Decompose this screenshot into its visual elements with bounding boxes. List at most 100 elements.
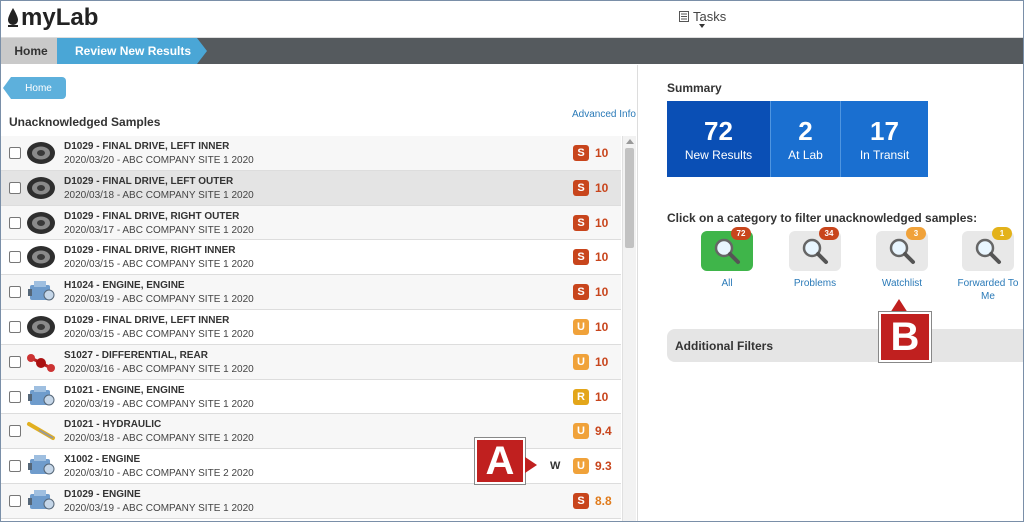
sample-subtitle: 2020/03/20 - ABC COMPANY SITE 1 2020	[64, 155, 254, 166]
top-header: myLab Tasks	[1, 1, 1023, 38]
tile-label: In Transit	[859, 148, 910, 162]
tire-icon	[25, 210, 57, 236]
tire-icon	[25, 140, 57, 166]
severity-score: 10	[595, 319, 609, 334]
sample-row[interactable]: H1024 - ENGINE, ENGINE 2020/03/19 - ABC C…	[1, 275, 621, 310]
list-title: Unacknowledged Samples	[9, 115, 161, 129]
home-button[interactable]: Home	[3, 77, 66, 99]
sample-title: S1027 - DIFFERENTIAL, REAR	[64, 349, 208, 361]
sample-subtitle: 2020/03/19 - ABC COMPANY SITE 1 2020	[64, 294, 254, 306]
tasks-menu[interactable]: Tasks	[679, 9, 727, 28]
row-checkbox[interactable]	[9, 494, 21, 507]
advanced-info-link[interactable]: Advanced Info	[572, 109, 636, 120]
severity-badge: S	[573, 179, 589, 196]
engine-icon	[25, 384, 57, 410]
row-checkbox[interactable]	[9, 286, 21, 299]
row-checkbox[interactable]	[9, 355, 21, 368]
category-count-badge: 72	[731, 227, 751, 240]
severity-score: 10	[595, 146, 609, 160]
oil-drop-icon	[8, 8, 18, 27]
sample-title: D1021 - HYDRAULIC	[64, 419, 162, 431]
sample-title: D1029 - FINAL DRIVE, LEFT INNER	[64, 141, 230, 152]
category-label: All	[721, 278, 733, 289]
hydraulic-icon	[25, 418, 57, 444]
summary-panel: Summary 72 New Results 2 At Lab 17 In Tr…	[639, 65, 1023, 521]
sample-row[interactable]: D1029 - FINAL DRIVE, LEFT INNER 2020/03/2…	[1, 136, 621, 171]
sample-subtitle: 2020/03/19 - ABC COMPANY SITE 1 2020	[64, 398, 254, 410]
sample-subtitle: 2020/03/15 - ABC COMPANY SITE 1 2020	[64, 328, 254, 340]
row-checkbox[interactable]	[9, 216, 21, 229]
tile-at-lab[interactable]: 2 At Lab	[771, 101, 841, 177]
sample-subtitle: 2020/03/10 - ABC COMPANY SITE 2 2020	[64, 468, 254, 480]
callout-a-label: A	[475, 438, 525, 484]
category-all[interactable]: 72 All	[692, 227, 762, 290]
tile-new-results[interactable]: 72 New Results	[667, 101, 771, 177]
engine-icon	[25, 279, 57, 305]
sample-subtitle: 2020/03/18 - ABC COMPANY SITE 1 2020	[64, 189, 254, 201]
severity-score: 10	[595, 180, 609, 195]
severity-score: 10	[595, 354, 609, 369]
row-checkbox[interactable]	[9, 425, 21, 438]
category-count-badge: 34	[819, 227, 839, 240]
severity-badge: U	[573, 458, 589, 475]
category-forwarded-to-me[interactable]: 1 Forwarded To Me	[953, 227, 1023, 303]
category-label: Forwarded To Me	[957, 278, 1019, 302]
category-icon: 34	[789, 227, 841, 271]
severity-badge: S	[573, 214, 589, 231]
row-checkbox[interactable]	[9, 251, 21, 264]
tire-icon	[25, 244, 57, 270]
breadcrumb-home[interactable]: Home	[1, 38, 61, 64]
tile-label: New Results	[684, 148, 753, 162]
severity-score: 10	[595, 285, 609, 300]
summary-tiles: 72 New Results 2 At Lab 17 In Transit	[667, 101, 928, 177]
category-icon: 72	[701, 227, 753, 271]
magnifier-icon	[889, 238, 915, 264]
category-label: Watchlist	[881, 278, 923, 289]
magnifier-icon	[975, 238, 1001, 264]
severity-badge: U	[573, 353, 589, 370]
magnifier-icon	[802, 238, 828, 264]
severity-score: 10	[595, 250, 609, 265]
app-logo[interactable]: myLab	[7, 6, 98, 30]
callout-b-arrow	[890, 299, 908, 313]
chevron-down-icon	[699, 24, 705, 28]
sample-subtitle: 2020/03/15 - ABC COMPANY SITE 1 2020	[64, 259, 254, 271]
additional-filters-bar[interactable]: Additional Filters	[667, 329, 1023, 362]
row-checkbox[interactable]	[9, 181, 21, 194]
row-checkbox[interactable]	[9, 320, 21, 333]
category-problems[interactable]: 34 Problems	[780, 227, 850, 290]
filter-hint: Click on a category to filter unacknowle…	[667, 211, 978, 225]
sample-row[interactable]: S1027 - DIFFERENTIAL, REAR 2020/03/16 - A…	[1, 344, 621, 380]
category-count-badge: 3	[906, 227, 926, 240]
sample-row[interactable]: D1029 - FINAL DRIVE, LEFT OUTER 2020/03/1…	[1, 170, 621, 206]
category-watchlist[interactable]: 3 Watchlist	[867, 227, 937, 290]
tile-value: 17	[870, 116, 899, 146]
row-checkbox[interactable]	[9, 460, 21, 473]
sample-row[interactable]: D1021 - HYDRAULIC 2020/03/18 - ABC COMPAN…	[1, 414, 621, 450]
row-checkbox[interactable]	[9, 390, 21, 403]
sample-row[interactable]: D1021 - ENGINE, ENGINE 2020/03/19 - ABC C…	[1, 379, 621, 415]
severity-badge: S	[573, 284, 589, 301]
sample-title: D1029 - FINAL DRIVE, LEFT INNER	[64, 314, 230, 326]
category-icon: 1	[962, 227, 1014, 271]
scroll-thumb[interactable]	[625, 148, 634, 248]
tasks-label: Tasks	[693, 9, 727, 24]
summary-title: Summary	[667, 81, 722, 95]
severity-badge: S	[573, 249, 589, 266]
sample-row[interactable]: D1029 - FINAL DRIVE, RIGHT INNER 2020/03/…	[1, 240, 621, 276]
row-checkbox[interactable]	[9, 147, 21, 159]
sample-row[interactable]: D1029 - FINAL DRIVE, LEFT INNER 2020/03/1…	[1, 309, 621, 345]
tile-value: 2	[798, 116, 813, 146]
app-window: myLab Tasks Home Review New Results Home…	[0, 0, 1024, 522]
scroll-up-arrow-icon[interactable]	[626, 139, 634, 144]
tile-label: At Lab	[788, 148, 823, 162]
breadcrumb-review-new-results[interactable]: Review New Results	[57, 38, 197, 64]
magnifier-icon	[714, 238, 740, 264]
sample-row[interactable]: D1029 - ENGINE 2020/03/19 - ABC COMPANY S…	[1, 483, 621, 519]
severity-badge: S	[573, 145, 589, 161]
callout-b-label: B	[879, 312, 931, 362]
sample-row[interactable]: D1029 - FINAL DRIVE, RIGHT OUTER 2020/03/…	[1, 205, 621, 241]
list-scrollbar[interactable]	[622, 136, 636, 521]
sample-title: H1024 - ENGINE, ENGINE	[64, 280, 185, 292]
tile-in-transit[interactable]: 17 In Transit	[841, 101, 928, 177]
